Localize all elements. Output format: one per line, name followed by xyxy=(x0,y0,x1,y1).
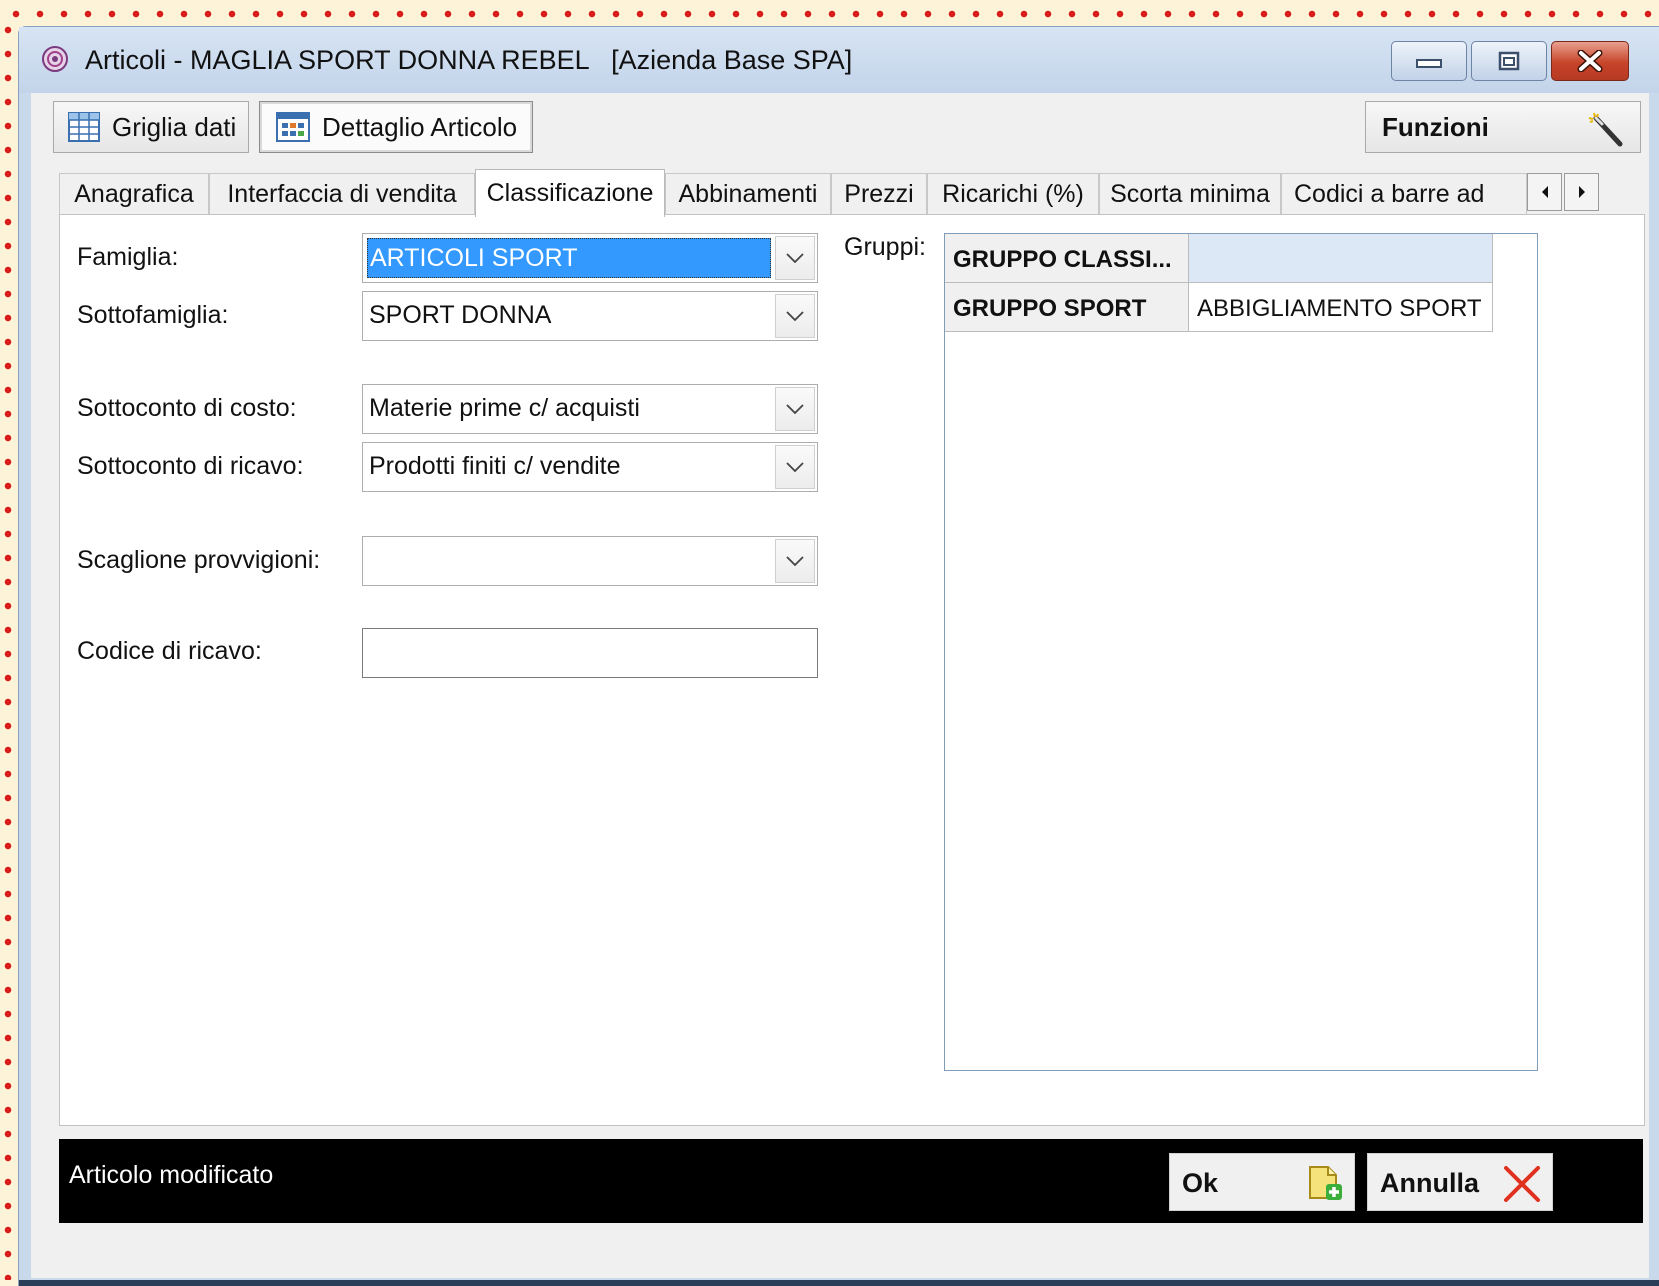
tab-scroll-arrows xyxy=(1527,173,1601,211)
magic-wand-icon xyxy=(1588,112,1623,147)
status-text: Articolo modificato xyxy=(69,1161,274,1189)
sottoconto-ricavo-label: Sottoconto di ricavo: xyxy=(77,452,304,480)
sottoconto-costo-dropdown-button[interactable] xyxy=(775,387,815,431)
chevron-down-icon xyxy=(786,556,804,566)
griglia-dati-label: Griglia dati xyxy=(112,111,237,142)
dettaglio-articolo-button[interactable]: Dettaglio Articolo xyxy=(259,101,533,153)
detail-form-icon xyxy=(276,112,310,142)
gruppo-name-cell: GRUPPO CLASSI... xyxy=(945,234,1189,283)
sottofamiglia-label: Sottofamiglia: xyxy=(77,301,229,329)
gruppi-grid[interactable]: GRUPPO CLASSI... GRUPPO SPORT ABBIGLIAME… xyxy=(944,233,1538,1071)
famiglia-combo[interactable]: ARTICOLI SPORT xyxy=(362,233,818,283)
ok-label: Ok xyxy=(1182,1168,1219,1198)
minimize-button[interactable] xyxy=(1391,41,1467,81)
sottoconto-ricavo-value: Prodotti finiti c/ vendite xyxy=(369,452,621,480)
famiglia-dropdown-button[interactable] xyxy=(775,236,815,280)
articoli-window: Articoli - MAGLIA SPORT DONNA REBEL [Azi… xyxy=(18,26,1659,1286)
griglia-dati-button[interactable]: Griglia dati xyxy=(53,101,249,153)
classificazione-page: Famiglia: ARTICOLI SPORT Sottofamiglia: … xyxy=(59,214,1645,1126)
sottoconto-costo-label: Sottoconto di costo: xyxy=(77,394,297,422)
close-icon xyxy=(1577,50,1603,72)
table-grid-icon xyxy=(68,112,100,142)
cancel-x-icon xyxy=(1504,1166,1540,1202)
scaglione-provvigioni-combo[interactable] xyxy=(362,536,818,586)
taskbar-strip xyxy=(19,1280,1659,1286)
sottofamiglia-combo[interactable]: SPORT DONNA xyxy=(362,291,818,341)
chevron-down-icon xyxy=(786,311,804,321)
gruppo-value-cell[interactable] xyxy=(1189,234,1493,283)
tab-prezzi[interactable]: Prezzi xyxy=(831,173,927,215)
tab-abbinamenti[interactable]: Abbinamenti xyxy=(665,173,831,215)
tab-interfaccia-di-vendita[interactable]: Interfaccia di vendita xyxy=(209,173,475,215)
tab-anagrafica[interactable]: Anagrafica xyxy=(59,173,209,215)
gruppo-value-cell[interactable]: ABBIGLIAMENTO SPORT xyxy=(1189,283,1493,332)
tab-strip: Anagrafica Interfaccia di vendita Classi… xyxy=(59,169,1649,217)
codice-ricavo-label: Codice di ricavo: xyxy=(77,637,262,665)
sottoconto-costo-combo[interactable]: Materie prime c/ acquisti xyxy=(362,384,818,434)
decorative-dotted-border-left xyxy=(4,18,12,1280)
close-button[interactable] xyxy=(1551,41,1629,81)
tab-codici-a-barre[interactable]: Codici a barre ad xyxy=(1281,173,1527,215)
famiglia-label: Famiglia: xyxy=(77,243,179,271)
restore-button[interactable] xyxy=(1471,41,1547,81)
sottofamiglia-value: SPORT DONNA xyxy=(369,301,552,329)
table-row[interactable]: GRUPPO SPORT ABBIGLIAMENTO SPORT xyxy=(945,283,1493,332)
tab-scroll-right-button[interactable] xyxy=(1564,173,1599,211)
gruppo-name-cell: GRUPPO SPORT xyxy=(945,283,1189,332)
title-bar[interactable]: Articoli - MAGLIA SPORT DONNA REBEL [Azi… xyxy=(19,27,1659,93)
dettaglio-articolo-label: Dettaglio Articolo xyxy=(322,111,518,142)
sottoconto-ricavo-dropdown-button[interactable] xyxy=(775,445,815,489)
codice-ricavo-input[interactable] xyxy=(362,628,818,678)
add-document-icon xyxy=(1309,1166,1342,1200)
funzioni-button[interactable]: Funzioni xyxy=(1365,101,1641,153)
table-row[interactable]: GRUPPO CLASSI... xyxy=(945,234,1493,283)
sottoconto-ricavo-combo[interactable]: Prodotti finiti c/ vendite xyxy=(362,442,818,492)
gruppi-label: Gruppi: xyxy=(844,233,926,261)
restore-icon xyxy=(1498,51,1520,71)
chevron-down-icon xyxy=(786,462,804,472)
tab-scorta-minima[interactable]: Scorta minima xyxy=(1099,173,1281,215)
sottofamiglia-dropdown-button[interactable] xyxy=(775,294,815,338)
sottoconto-costo-value: Materie prime c/ acquisti xyxy=(369,394,640,422)
tab-scroll-left-button[interactable] xyxy=(1527,173,1562,211)
scaglione-provvigioni-label: Scaglione provvigioni: xyxy=(77,546,321,574)
tab-classificazione[interactable]: Classificazione xyxy=(475,169,665,217)
decorative-dotted-border-top xyxy=(4,10,1654,18)
arrow-left-icon xyxy=(1541,186,1548,198)
funzioni-label: Funzioni xyxy=(1382,111,1489,142)
app-icon xyxy=(42,46,68,72)
status-bar: Articolo modificato Ok Annulla xyxy=(59,1139,1643,1223)
chevron-down-icon xyxy=(786,253,804,263)
scaglione-provvigioni-dropdown-button[interactable] xyxy=(775,539,815,583)
annulla-label: Annulla xyxy=(1380,1168,1479,1198)
annulla-button[interactable]: Annulla xyxy=(1367,1153,1553,1211)
minimize-icon xyxy=(1416,59,1442,68)
chevron-down-icon xyxy=(786,404,804,414)
window-client-area: Griglia dati Dettaglio Articolo Funzioni xyxy=(31,93,1649,1278)
ok-button[interactable]: Ok xyxy=(1169,1153,1355,1211)
tab-ricarichi[interactable]: Ricarichi (%) xyxy=(927,173,1099,215)
window-title: Articoli - MAGLIA SPORT DONNA REBEL [Azi… xyxy=(85,45,853,75)
famiglia-value: ARTICOLI SPORT xyxy=(367,238,771,278)
arrow-right-icon xyxy=(1578,186,1585,198)
